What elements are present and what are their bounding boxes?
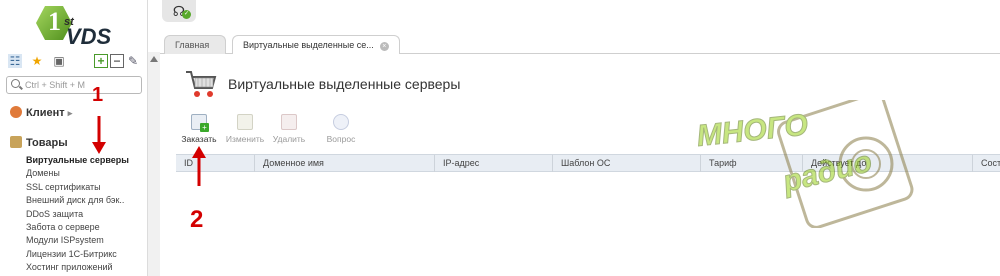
edit-button[interactable]: Изменить xyxy=(222,114,268,144)
sidebar-item-domains[interactable]: Домены xyxy=(26,167,129,180)
sidebar-item-isp-modules[interactable]: Модули ISPsystem xyxy=(26,234,129,247)
logo-number: 1 xyxy=(48,7,61,36)
expand-all-icon[interactable]: + xyxy=(94,54,108,68)
sidebar-scrollbar[interactable] xyxy=(148,52,160,276)
collapse-all-icon[interactable]: − xyxy=(110,54,124,68)
sidebar-group-label: Клиент xyxy=(26,107,65,119)
top-bar: ☊ ✓ xyxy=(148,0,1000,34)
column-id[interactable]: ID xyxy=(176,155,255,172)
page-title: Виртуальные выделенные серверы xyxy=(228,76,461,92)
sidebar-group-label: Товары xyxy=(26,137,68,149)
briefcase-icon[interactable]: ▣ xyxy=(52,54,66,68)
column-domain[interactable]: Доменное имя xyxy=(255,155,435,172)
order-button[interactable]: + Заказать xyxy=(176,114,222,144)
edit-icon xyxy=(237,114,253,130)
products-menu: Виртуальные серверы Домены SSL сертифика… xyxy=(26,154,129,275)
watermark-line1: МНОГО xyxy=(695,109,809,153)
search-input[interactable]: Ctrl + Shift + M xyxy=(6,76,142,94)
sidebar-item-ddos[interactable]: DDoS защита xyxy=(26,208,129,221)
close-icon[interactable]: × xyxy=(379,42,389,51)
logo-text: VDS xyxy=(66,24,112,49)
delete-icon xyxy=(281,114,297,130)
column-os-template[interactable]: Шаблон ОС xyxy=(553,155,701,172)
annotation-arrow-down xyxy=(92,116,106,154)
tab-virtual-servers[interactable]: Виртуальные выделенные се... × xyxy=(232,35,400,55)
question-label: Вопрос xyxy=(326,134,356,144)
sidebar-item-server-care[interactable]: Забота о сервере xyxy=(26,221,129,234)
edit-label: Изменить xyxy=(225,134,265,144)
sidebar-toolbar: ☷ ★ ▣ + − ✎ xyxy=(8,54,142,70)
search-icon xyxy=(11,79,20,88)
sidebar-item-ssl[interactable]: SSL сертификаты xyxy=(26,181,129,194)
app-window: 1 st VDS ☷ ★ ▣ + − ✎ Ctrl + Shift + M Кл… xyxy=(0,0,1000,276)
search-placeholder: Ctrl + Shift + M xyxy=(25,80,86,90)
order-label: Заказать xyxy=(181,134,217,144)
scroll-up-icon[interactable] xyxy=(150,56,158,62)
shopping-cart-icon xyxy=(186,71,217,97)
delete-button[interactable]: Удалить xyxy=(266,114,312,144)
tab-label: Главная xyxy=(175,40,210,50)
tab-label: Виртуальные выделенные се... xyxy=(243,40,374,50)
annotation-number-1: 1 xyxy=(92,84,104,106)
tree-view-icon[interactable]: ☷ xyxy=(8,54,22,68)
cart-icon xyxy=(10,136,22,148)
sidebar-group-client[interactable]: Клиент ▸ xyxy=(10,106,72,119)
sidebar-item-bitrix[interactable]: Лицензии 1С-Битрикс xyxy=(26,248,129,261)
tab-home[interactable]: Главная xyxy=(164,35,226,54)
pin-icon[interactable]: ✎ xyxy=(126,54,140,68)
chevron-right-icon: ▸ xyxy=(67,108,73,118)
watermark-logo: МНОГО радио xyxy=(695,100,914,228)
annotation-number-2: 2 xyxy=(190,206,204,233)
annotation-arrow-up xyxy=(192,146,206,186)
favorites-star-icon[interactable]: ★ xyxy=(30,54,44,68)
sidebar-group-products[interactable]: Товары xyxy=(10,136,68,149)
add-document-icon: + xyxy=(191,114,209,132)
sidebar-item-app-hosting[interactable]: Хостинг приложений xyxy=(26,261,129,274)
logo[interactable]: 1 st VDS xyxy=(36,6,116,49)
sidebar-item-backup-disk[interactable]: Внешний диск для бэк.. xyxy=(26,194,129,207)
column-ip[interactable]: IP-адрес xyxy=(435,155,553,172)
sidebar: 1 st VDS ☷ ★ ▣ + − ✎ Ctrl + Shift + M Кл… xyxy=(0,0,148,276)
delete-label: Удалить xyxy=(272,134,306,144)
client-icon xyxy=(10,106,22,118)
tab-bar: Главная Виртуальные выделенные се... × xyxy=(160,34,1000,55)
question-user-icon xyxy=(333,114,349,130)
column-status[interactable]: Сост xyxy=(973,155,1000,172)
notifications-button[interactable]: ☊ ✓ xyxy=(162,0,196,22)
notification-badge: ✓ xyxy=(182,10,191,19)
sidebar-item-virtual-servers[interactable]: Виртуальные серверы xyxy=(26,154,129,167)
question-button[interactable]: Вопрос xyxy=(318,114,364,144)
